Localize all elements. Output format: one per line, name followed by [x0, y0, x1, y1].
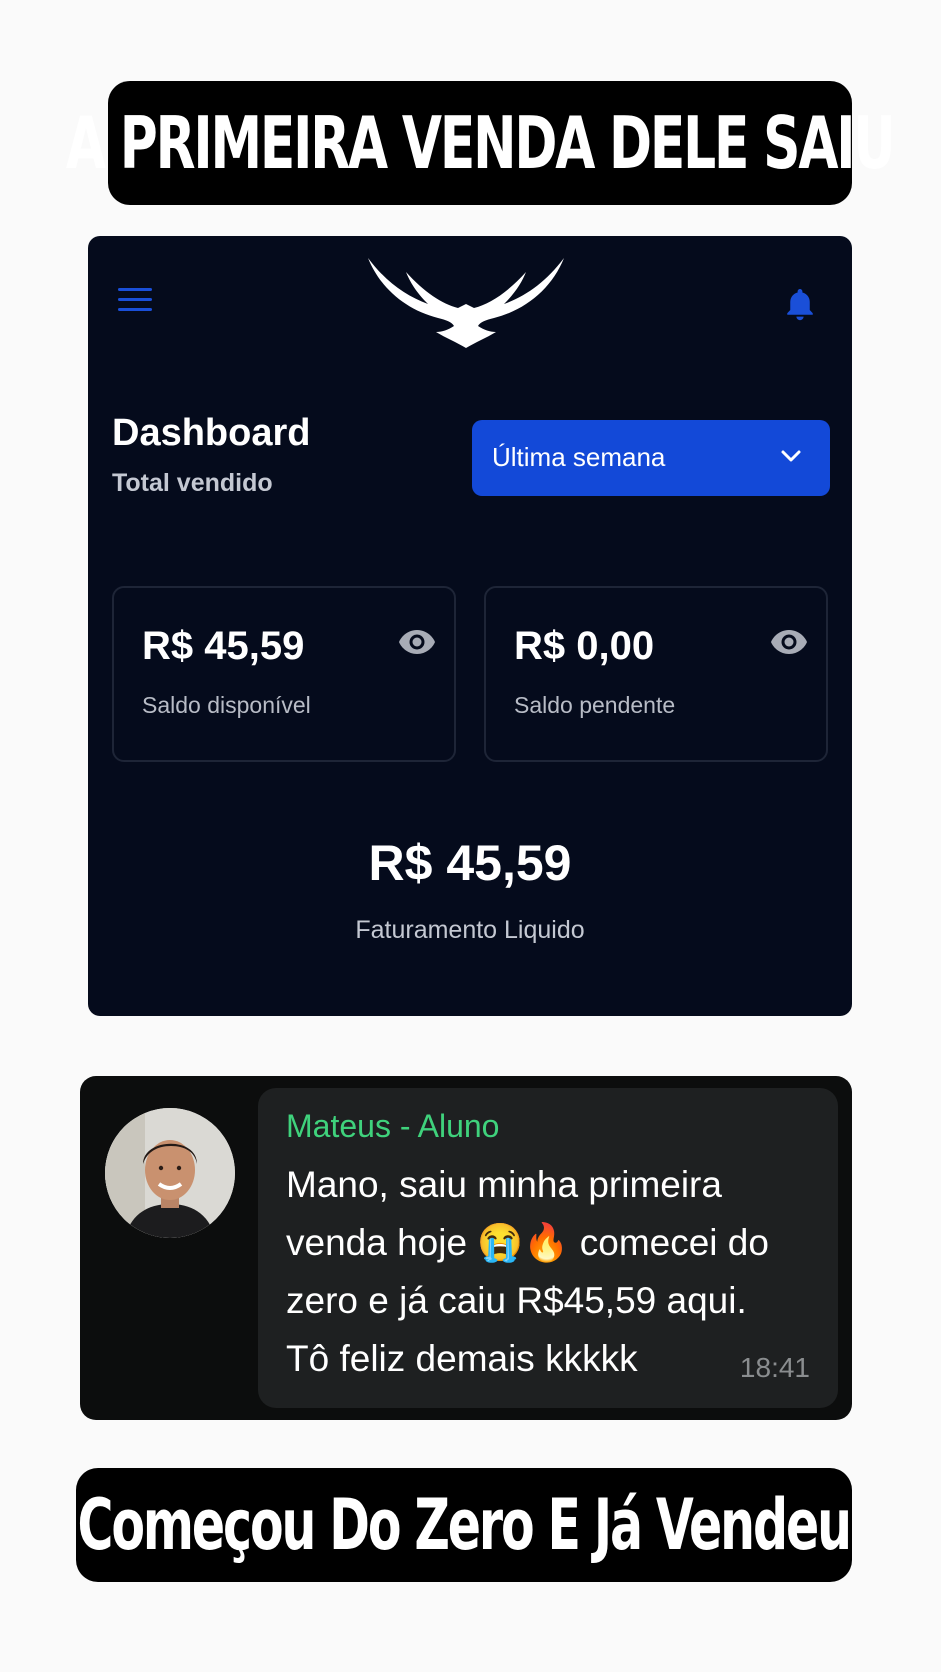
pending-balance-card: R$ 0,00 Saldo pendente	[484, 586, 828, 762]
dashboard-panel: Dashboard Total vendido Última semana R$…	[88, 236, 852, 1016]
available-balance-label: Saldo disponível	[142, 692, 311, 718]
pending-balance-label: Saldo pendente	[514, 692, 676, 718]
period-dropdown[interactable]: Última semana	[472, 420, 830, 496]
menu-icon[interactable]	[118, 288, 152, 314]
net-revenue-value: R$ 45,59	[368, 835, 572, 891]
eye-icon[interactable]	[398, 628, 436, 656]
message-line: venda hoje 😭🔥 comecei do	[286, 1222, 769, 1263]
message-line: zero e já caiu R$45,59 aqui.	[286, 1280, 747, 1321]
bottom-banner-text: Começou Do Zero E Já Vendeu	[77, 1484, 852, 1566]
available-balance-value: R$ 45,59	[142, 624, 305, 668]
page-subtitle: Total vendido	[112, 469, 273, 497]
bottom-banner: Começou Do Zero E Já Vendeu	[76, 1468, 852, 1582]
chat-message-panel: Mateus - Aluno Mano, saiu minha primeira…	[80, 1076, 852, 1420]
page-title: Dashboard	[112, 412, 311, 454]
message-bubble: Mateus - Aluno Mano, saiu minha primeira…	[258, 1088, 838, 1408]
available-balance-card: R$ 45,59 Saldo disponível	[112, 586, 456, 762]
period-dropdown-label: Última semana	[492, 442, 666, 472]
avatar-image	[105, 1108, 235, 1238]
message-timestamp: 18:41	[739, 1352, 810, 1383]
chevron-down-icon	[781, 450, 801, 462]
eagle-logo	[368, 258, 564, 348]
avatar	[105, 1108, 235, 1238]
top-banner-text: A PRIMEIRA VENDA DELE SAIU	[66, 101, 896, 185]
top-banner: A PRIMEIRA VENDA DELE SAIU	[66, 81, 896, 205]
pending-balance-value: R$ 0,00	[514, 624, 655, 668]
eye-icon[interactable]	[770, 628, 808, 656]
net-revenue-label: Faturamento Liquido	[355, 916, 585, 944]
message-sender: Mateus - Aluno	[286, 1108, 500, 1144]
bell-icon[interactable]	[782, 286, 818, 322]
message-line: Mano, saiu minha primeira	[286, 1164, 722, 1205]
